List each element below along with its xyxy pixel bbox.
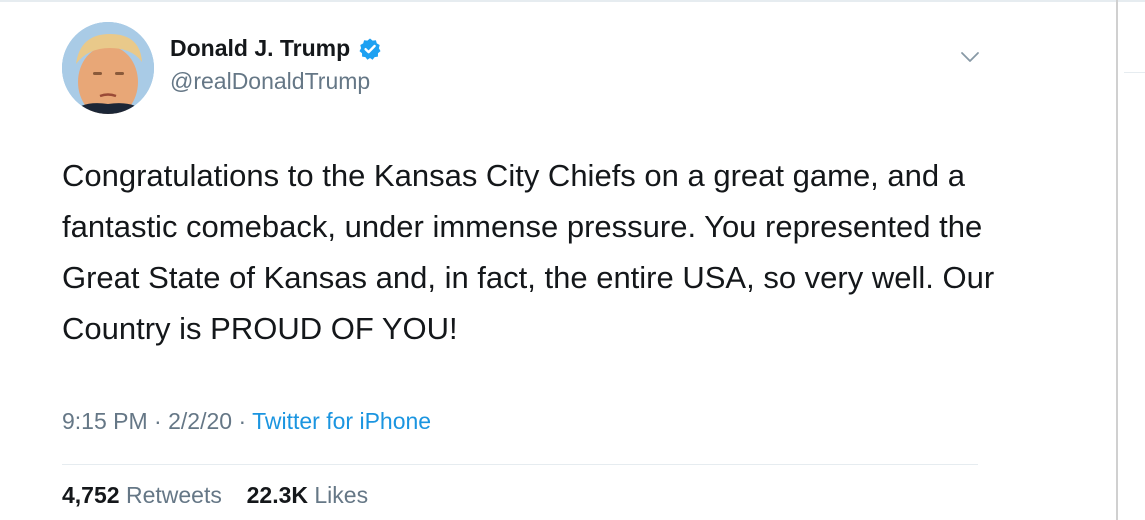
chevron-down-icon[interactable] xyxy=(957,44,983,70)
scrollbar[interactable] xyxy=(1116,0,1118,520)
tweet-text: Congratulations to the Kansas City Chief… xyxy=(62,158,995,346)
tweet-source-link[interactable]: Twitter for iPhone xyxy=(252,408,431,434)
likes-count: 22.3K xyxy=(246,482,308,508)
meta-separator: · xyxy=(238,408,247,434)
tweet-time[interactable]: 9:15 PM xyxy=(62,408,148,434)
meta-separator: · xyxy=(154,408,162,434)
likes-label: Likes xyxy=(314,482,369,508)
verified-badge-icon xyxy=(358,37,382,61)
adjacent-panel-edge xyxy=(1124,72,1145,73)
tweet-date[interactable]: 2/2/20 xyxy=(168,408,232,434)
display-name-row: Donald J. Trump xyxy=(170,35,382,62)
likes-stat[interactable]: 22.3K Likes xyxy=(247,482,368,508)
divider xyxy=(62,464,978,465)
tweet-stats: 4,752 Retweets 22.3K Likes xyxy=(62,482,368,509)
profile-photo xyxy=(62,22,154,114)
retweets-stat[interactable]: 4,752 Retweets xyxy=(62,482,228,508)
tweet-meta: 9:15 PM · 2/2/20 · Twitter for iPhone xyxy=(62,408,431,435)
avatar[interactable] xyxy=(62,22,154,114)
display-name[interactable]: Donald J. Trump xyxy=(170,35,350,62)
top-border xyxy=(0,0,1145,2)
retweets-label: Retweets xyxy=(125,482,222,508)
user-handle[interactable]: @realDonaldTrump xyxy=(170,68,370,95)
retweets-count: 4,752 xyxy=(62,482,120,508)
